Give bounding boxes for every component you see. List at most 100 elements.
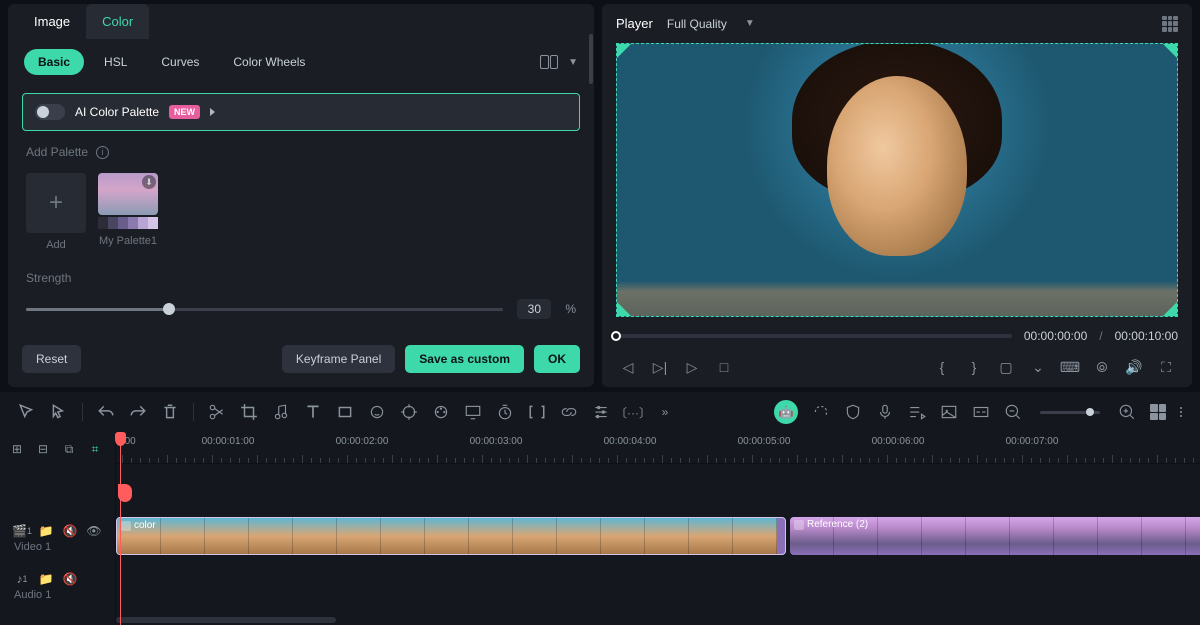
ok-button[interactable]: OK	[534, 345, 580, 373]
tab-image[interactable]: Image	[18, 4, 86, 39]
brace-open-icon[interactable]: {	[934, 359, 950, 375]
delete-icon[interactable]	[161, 403, 179, 421]
link-icon[interactable]	[560, 403, 578, 421]
add-track-icon[interactable]: ⊞	[8, 440, 26, 458]
marker-icon[interactable]: ▢	[998, 359, 1014, 375]
crosshair-icon[interactable]	[400, 403, 418, 421]
compare-icon[interactable]	[540, 55, 558, 69]
fullscreen-icon[interactable]: ⛶	[1158, 359, 1174, 375]
plus-icon[interactable]: +	[26, 173, 86, 233]
reset-button[interactable]: Reset	[22, 345, 81, 373]
quality-dropdown[interactable]: Full Quality	[667, 17, 727, 31]
scrollbar[interactable]	[589, 34, 593, 84]
ripple-icon[interactable]: ⊟	[34, 440, 52, 458]
strength-slider[interactable]	[26, 308, 503, 311]
timer-icon[interactable]	[496, 403, 514, 421]
keyframe-panel-button[interactable]: Keyframe Panel	[282, 345, 395, 373]
track-header-audio1[interactable]: ♪1 📁 🔇 Audio 1	[0, 562, 115, 610]
bracket-icon[interactable]	[528, 403, 546, 421]
subtab-hsl[interactable]: HSL	[90, 49, 141, 75]
zoom-in-icon[interactable]	[1118, 403, 1136, 421]
palette-add-tile[interactable]: + Add	[26, 173, 86, 251]
rotate-icon[interactable]	[812, 403, 830, 421]
color-icon[interactable]	[432, 403, 450, 421]
download-icon[interactable]: ⬇	[142, 175, 156, 189]
save-as-custom-button[interactable]: Save as custom	[405, 345, 524, 373]
crop-handle-tl[interactable]	[617, 44, 631, 58]
monitor-icon[interactable]: ⌨	[1062, 359, 1078, 375]
mute-icon[interactable]: 🔇	[62, 523, 78, 539]
face-effects-icon[interactable]	[368, 403, 386, 421]
chevron-down-icon[interactable]: ▼	[564, 53, 582, 72]
crop-handle-tr[interactable]	[1163, 44, 1177, 58]
chevron-down-icon[interactable]: ▼	[741, 14, 759, 33]
more-vertical-icon[interactable]	[1180, 407, 1182, 417]
video-track-1[interactable]: color Reference (2)	[116, 512, 1200, 560]
scrub-handle[interactable]	[611, 331, 621, 341]
mute-icon[interactable]: 🔇	[62, 571, 78, 587]
view-grid-icon[interactable]	[1150, 404, 1166, 420]
image-icon[interactable]	[940, 403, 958, 421]
palette-thumb[interactable]: ⬇	[98, 173, 158, 215]
cursor-icon[interactable]	[18, 403, 36, 421]
subtab-color-wheels[interactable]: Color Wheels	[219, 49, 319, 75]
ai-color-toggle[interactable]	[35, 104, 65, 120]
ai-color-title: AI Color Palette	[75, 105, 159, 119]
horizontal-scrollbar[interactable]	[116, 617, 336, 623]
playhead[interactable]	[120, 432, 121, 625]
ruler-label: 00:00:03:00	[470, 436, 523, 447]
scrub-track[interactable]	[616, 334, 1012, 338]
shield-icon[interactable]	[844, 403, 862, 421]
split-icon[interactable]	[208, 403, 226, 421]
spacer-track	[116, 464, 1200, 512]
video-preview[interactable]	[616, 43, 1178, 317]
ai-assistant-icon[interactable]: 🤖	[774, 400, 798, 424]
playlist-icon[interactable]	[908, 403, 926, 421]
crop-icon[interactable]	[240, 403, 258, 421]
arrow-select-icon[interactable]	[50, 403, 68, 421]
stop-icon[interactable]: □	[716, 359, 732, 375]
keypad-icon[interactable]	[1162, 16, 1178, 32]
play-badge-icon[interactable]	[210, 108, 215, 116]
tab-color[interactable]: Color	[86, 4, 149, 39]
folder-icon[interactable]: 📁	[38, 571, 54, 587]
timeline-body[interactable]: 0:0000:00:01:0000:00:02:0000:00:03:0000:…	[116, 432, 1200, 625]
magnet-icon[interactable]: ⌗	[86, 440, 104, 458]
volume-icon[interactable]: 🔊	[1126, 359, 1142, 375]
brace-close-icon[interactable]: }	[966, 359, 982, 375]
mic-icon[interactable]	[876, 403, 894, 421]
play-reverse-icon[interactable]: ▷|	[652, 359, 668, 375]
text-icon[interactable]	[304, 403, 322, 421]
palette-item-1[interactable]: ⬇ My Palette1	[98, 173, 158, 251]
clip-reference[interactable]: Reference (2)	[790, 517, 1200, 555]
play-icon[interactable]: ▷	[684, 359, 700, 375]
link-track-icon[interactable]: ⧉	[60, 440, 78, 458]
strength-value[interactable]: 30	[517, 299, 551, 319]
snapshot-icon[interactable]: ⦾	[1094, 359, 1110, 375]
redo-icon[interactable]	[129, 403, 147, 421]
subtab-curves[interactable]: Curves	[147, 49, 213, 75]
subtab-basic[interactable]: Basic	[24, 49, 84, 75]
audio-track-1[interactable]	[116, 560, 1200, 608]
eye-icon[interactable]: 👁	[86, 523, 102, 539]
clip-color[interactable]: color	[116, 517, 786, 555]
timeline-ruler[interactable]: 0:0000:00:01:0000:00:02:0000:00:03:0000:…	[116, 432, 1200, 464]
strength-unit: %	[565, 302, 576, 316]
zoom-slider[interactable]	[1040, 411, 1100, 414]
undo-icon[interactable]	[97, 403, 115, 421]
info-icon[interactable]: i	[96, 146, 109, 159]
sliders-icon[interactable]	[592, 403, 610, 421]
chevron-down-icon[interactable]: ⌄	[1030, 359, 1046, 375]
track-header-video1[interactable]: 🎬1 📁 🔇 👁 Video 1	[0, 514, 115, 562]
music-note-icon[interactable]	[272, 403, 290, 421]
subtitle-icon[interactable]	[972, 403, 990, 421]
timecode-sep: /	[1099, 329, 1102, 343]
folder-icon[interactable]: 📁	[38, 523, 54, 539]
expand-right-icon[interactable]: »	[656, 403, 674, 421]
rect-icon[interactable]	[336, 403, 354, 421]
prev-frame-icon[interactable]: ◁	[620, 359, 636, 375]
screen-icon[interactable]	[464, 403, 482, 421]
zoom-out-icon[interactable]	[1004, 403, 1022, 421]
more-options-icon[interactable]: 〔···〕	[624, 403, 642, 421]
slider-handle[interactable]	[163, 303, 175, 315]
